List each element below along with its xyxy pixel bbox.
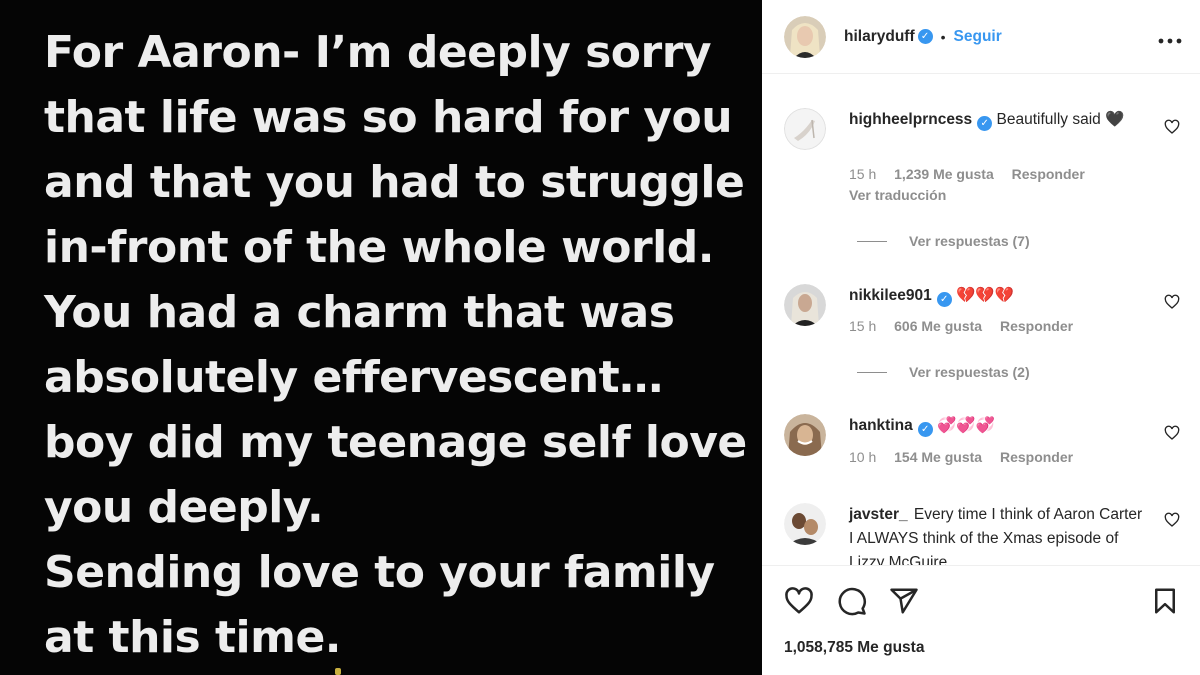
comment-body: 💞💞💞	[937, 417, 995, 434]
share-icon[interactable]	[889, 586, 919, 616]
comment-time: 15 h	[849, 318, 877, 334]
post-line: at this time.	[44, 612, 342, 663]
post-line: in-front of the whole world.	[44, 222, 714, 273]
post-side-panel: hilaryduff ✓ • Seguir highheelprncess ✓ B…	[762, 0, 1200, 675]
post-line: You had a charm that was	[44, 287, 675, 338]
comment-meta: 10 h 154 Me gusta Responder	[849, 449, 1087, 465]
post-actions-bar: 1,058,785 Me gusta	[762, 565, 1200, 675]
post-text: For Aaron- I’m deeply sorry that life wa…	[44, 20, 747, 670]
bookmark-icon[interactable]	[1150, 586, 1180, 616]
reply-button[interactable]: Responder	[1000, 449, 1073, 465]
view-replies-link[interactable]: Ver respuestas (7)	[857, 233, 1030, 249]
separator-dot: •	[940, 28, 946, 45]
sparkle-emoji-fragment	[335, 668, 341, 675]
comment-like-heart-icon[interactable]	[1164, 294, 1180, 310]
comment-text-block: highheelprncess ✓ Beautifully said 🖤	[849, 108, 1149, 132]
comment-body: 💔💔💔	[956, 287, 1014, 304]
post-line: and that you had to struggle	[44, 157, 745, 208]
comment-body: Beautifully said 🖤	[996, 111, 1125, 128]
more-options-icon[interactable]	[1158, 24, 1182, 50]
comment-avatar[interactable]	[784, 414, 826, 456]
comment-time: 15 h	[849, 166, 877, 182]
comment-likes[interactable]: 606 Me gusta	[894, 318, 982, 334]
reply-button[interactable]: Responder	[1012, 166, 1085, 182]
comment-like-heart-icon[interactable]	[1164, 119, 1180, 135]
post-line: you deeply.	[44, 482, 324, 533]
comment-icon[interactable]	[837, 586, 867, 616]
verified-badge-icon: ✓	[936, 292, 952, 307]
post-likes-count[interactable]: 1,058,785 Me gusta	[784, 639, 924, 657]
verified-badge-icon: ✓	[917, 29, 933, 44]
comment-text-block: javster_ Every time I think of Aaron Car…	[849, 503, 1149, 565]
comment-likes[interactable]: 1,239 Me gusta	[894, 166, 994, 182]
heart-icon[interactable]	[784, 586, 814, 616]
comment-meta: 15 h 606 Me gusta Responder	[849, 318, 1087, 334]
comment-like-heart-icon[interactable]	[1164, 425, 1180, 441]
comment-likes[interactable]: 154 Me gusta	[894, 449, 982, 465]
post-line: absolutely effervescent…	[44, 352, 663, 403]
comment-avatar[interactable]	[784, 503, 826, 545]
follow-button[interactable]: Seguir	[954, 28, 1002, 46]
comment-time: 10 h	[849, 449, 877, 465]
comment-username[interactable]: nikkilee901	[849, 287, 932, 304]
comment-username[interactable]: hanktina	[849, 417, 913, 434]
post-line: For Aaron- I’m deeply sorry	[44, 27, 712, 78]
header-username[interactable]: hilaryduff	[844, 28, 915, 46]
replies-divider	[857, 240, 887, 242]
post-line: boy did my teenage self love	[44, 417, 747, 468]
view-replies-label: Ver respuestas (2)	[909, 364, 1030, 380]
comment-like-heart-icon[interactable]	[1164, 512, 1180, 528]
verified-badge-icon: ✓	[917, 422, 933, 437]
comment-username[interactable]: highheelprncess	[849, 111, 972, 128]
view-replies-link[interactable]: Ver respuestas (2)	[857, 364, 1030, 380]
comments-list[interactable]: highheelprncess ✓ Beautifully said 🖤 15 h…	[762, 75, 1200, 565]
see-translation-link[interactable]: Ver traducción	[849, 187, 946, 203]
comment-meta: 15 h 1,239 Me gusta Responder	[849, 166, 1099, 182]
view-replies-label: Ver respuestas (7)	[909, 233, 1030, 249]
verified-badge-icon: ✓	[977, 116, 993, 131]
comment-text-block: nikkilee901 ✓ 💔💔💔	[849, 284, 1149, 308]
replies-divider	[857, 371, 887, 373]
post-line: that life was so hard for you	[44, 92, 733, 143]
comment-text-block: hanktina ✓ 💞💞💞	[849, 414, 1149, 438]
comment-username[interactable]: javster_	[849, 506, 908, 523]
post-line: Sending love to your family	[44, 547, 715, 598]
post-header: hilaryduff ✓ • Seguir	[762, 0, 1200, 74]
header-avatar[interactable]	[784, 15, 826, 58]
post-image[interactable]: For Aaron- I’m deeply sorry that life wa…	[0, 0, 762, 675]
comment-avatar[interactable]	[784, 108, 826, 150]
reply-button[interactable]: Responder	[1000, 318, 1073, 334]
comment-avatar[interactable]	[784, 284, 826, 326]
